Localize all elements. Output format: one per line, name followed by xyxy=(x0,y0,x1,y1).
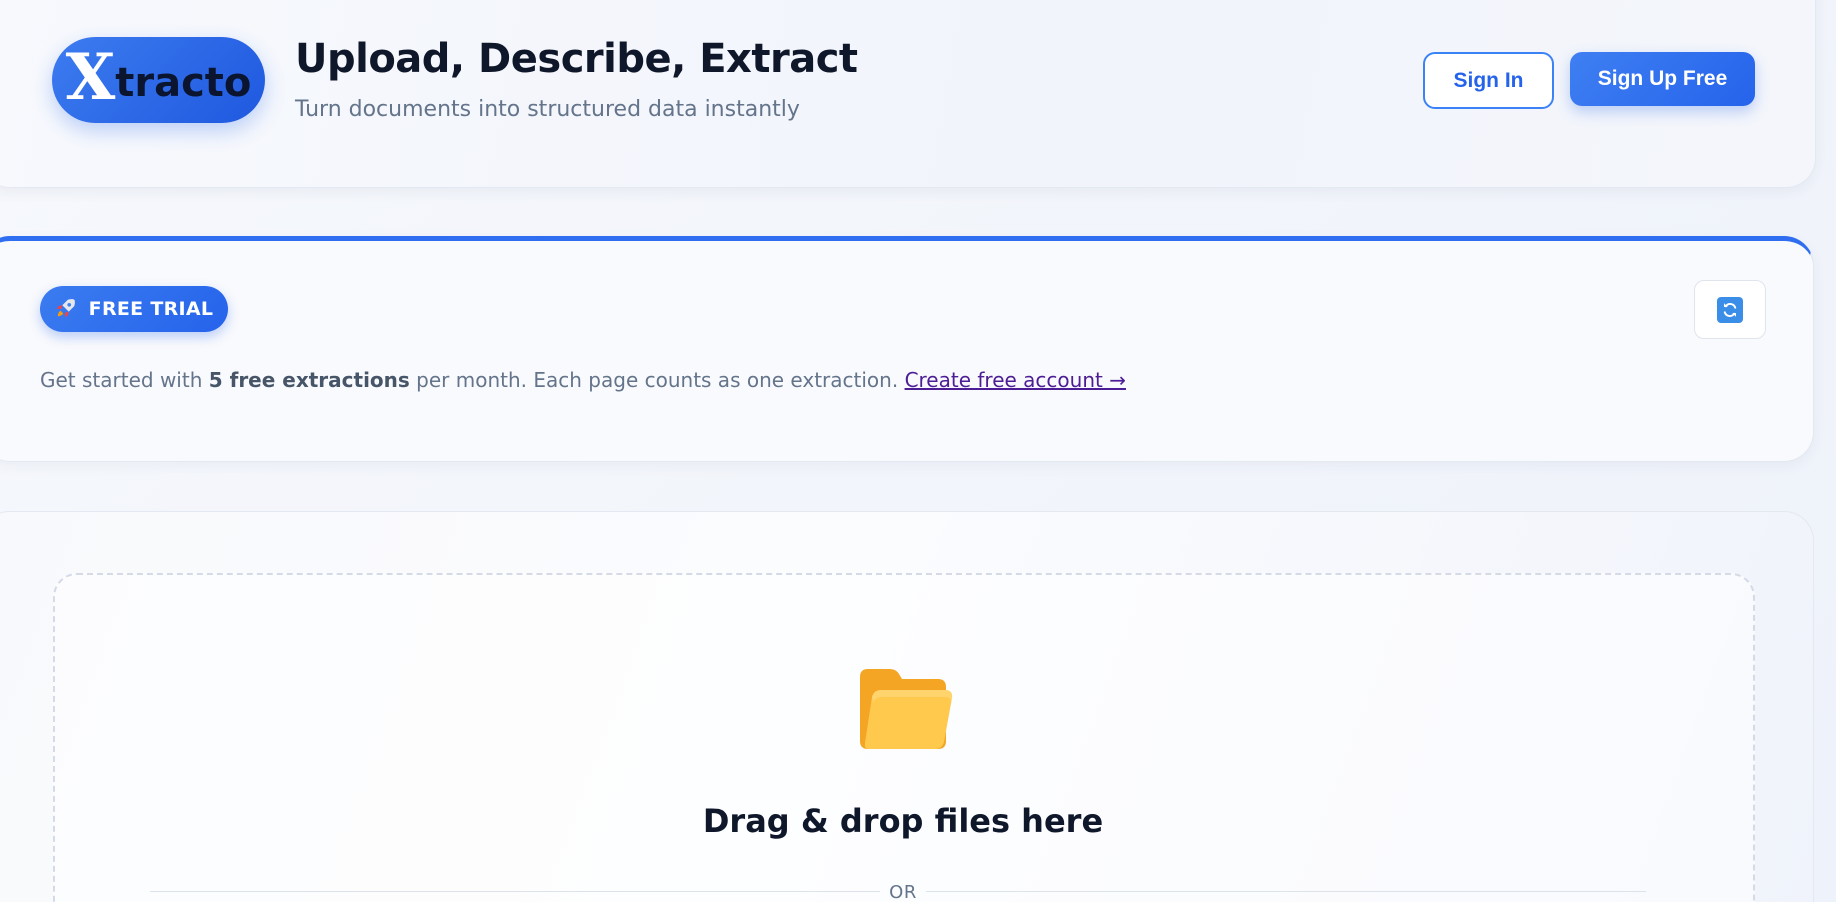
trial-text-start: Get started with xyxy=(40,368,209,392)
refresh-button[interactable] xyxy=(1694,280,1766,339)
sign-in-button[interactable]: Sign In xyxy=(1423,52,1554,109)
rocket-icon xyxy=(55,297,77,322)
page-title: Upload, Describe, Extract xyxy=(295,36,858,82)
xtracto-logo[interactable]: X tracto xyxy=(52,37,265,123)
folder-icon xyxy=(858,667,954,751)
free-trial-label: FREE TRIAL xyxy=(88,298,214,320)
sign-up-free-button[interactable]: Sign Up Free xyxy=(1570,52,1755,106)
free-trial-description: Get started with 5 free extractions per … xyxy=(40,368,1126,392)
logo-letter-x: X xyxy=(65,40,116,115)
or-separator-label: OR xyxy=(889,882,917,902)
create-free-account-link[interactable]: Create free account → xyxy=(905,368,1126,392)
logo-wordmark: tracto xyxy=(115,60,252,106)
trial-text-end: per month. Each page counts as one extra… xyxy=(409,368,905,392)
refresh-icon xyxy=(1717,296,1743,323)
free-trial-card xyxy=(0,236,1814,462)
page-subtitle: Turn documents into structured data inst… xyxy=(295,97,800,122)
dropzone-title: Drag & drop files here xyxy=(702,802,1104,840)
free-trial-badge: FREE TRIAL xyxy=(40,286,228,332)
page: X tracto Upload, Describe, Extract Turn … xyxy=(0,0,1836,902)
trial-text-highlight: 5 free extractions xyxy=(208,368,410,392)
